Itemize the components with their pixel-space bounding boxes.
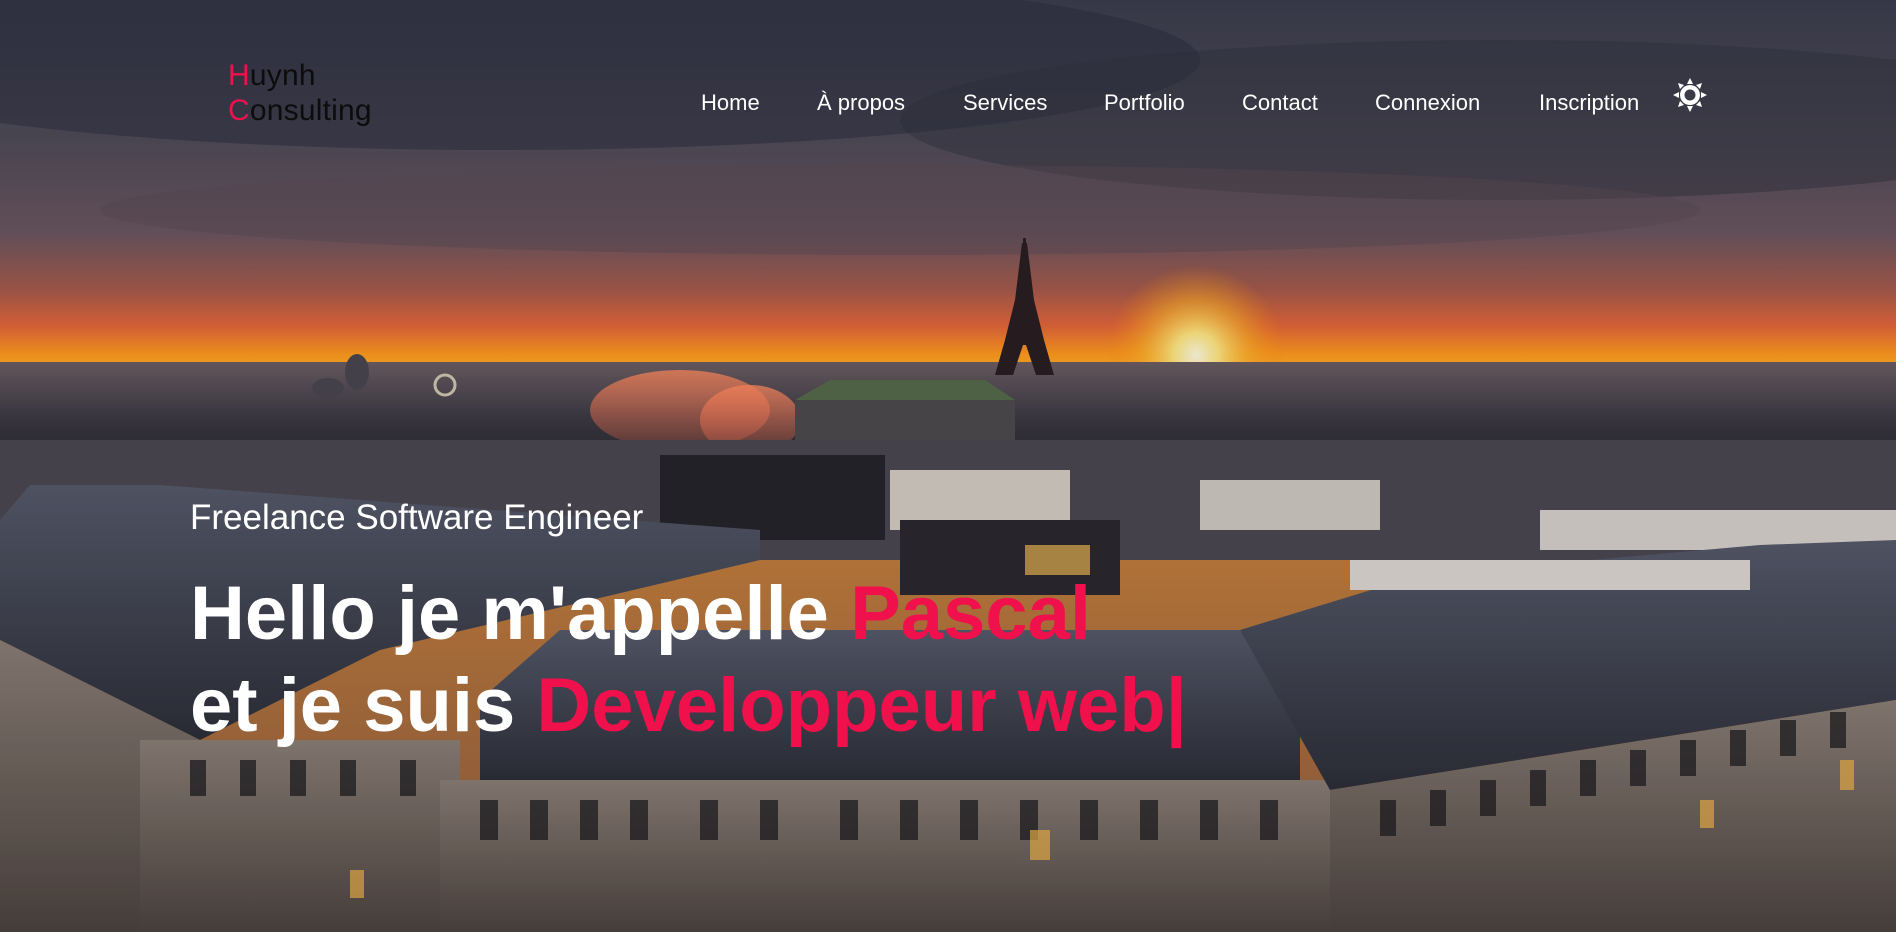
nav-link-portfolio[interactable]: Portfolio xyxy=(1104,90,1185,116)
headline-role-prefix: et je suis xyxy=(190,663,537,748)
headline-name: Pascal xyxy=(850,571,1091,656)
headline-greeting: Hello je m'appelle xyxy=(190,571,851,656)
headline-role-typed: Developpeur web xyxy=(536,663,1166,748)
nav-link-inscription[interactable]: Inscription xyxy=(1539,90,1639,116)
nav-link-contact[interactable]: Contact xyxy=(1242,90,1318,116)
headline-line-2: et je suis Developpeur web| xyxy=(190,660,1290,752)
hero-section: Huynh Consulting Home À propos Services … xyxy=(0,0,1896,932)
logo-text-huynh: uynh xyxy=(249,59,316,92)
paris-sunset-background-image xyxy=(0,0,1896,932)
hero-intro: Freelance Software Engineer Hello je m'a… xyxy=(190,498,1290,752)
nav-link-a-propos[interactable]: À propos xyxy=(817,90,905,116)
typing-cursor: | xyxy=(1165,663,1187,748)
nav-link-home[interactable]: Home xyxy=(701,90,760,116)
hero-headline: Hello je m'appelle Pascal et je suis Dev… xyxy=(190,568,1290,752)
logo-initial-h: H xyxy=(228,59,250,92)
sun-icon xyxy=(1673,78,1707,112)
hero-subtitle: Freelance Software Engineer xyxy=(190,498,644,537)
main-nav: Home À propos Services Portfolio Contact… xyxy=(0,90,1896,120)
theme-toggle-button[interactable] xyxy=(1672,77,1708,113)
nav-link-connexion[interactable]: Connexion xyxy=(1375,90,1480,116)
navbar: Huynh Consulting Home À propos Services … xyxy=(0,0,1896,130)
nav-link-services[interactable]: Services xyxy=(963,90,1047,116)
headline-line-1: Hello je m'appelle Pascal xyxy=(190,568,1290,660)
